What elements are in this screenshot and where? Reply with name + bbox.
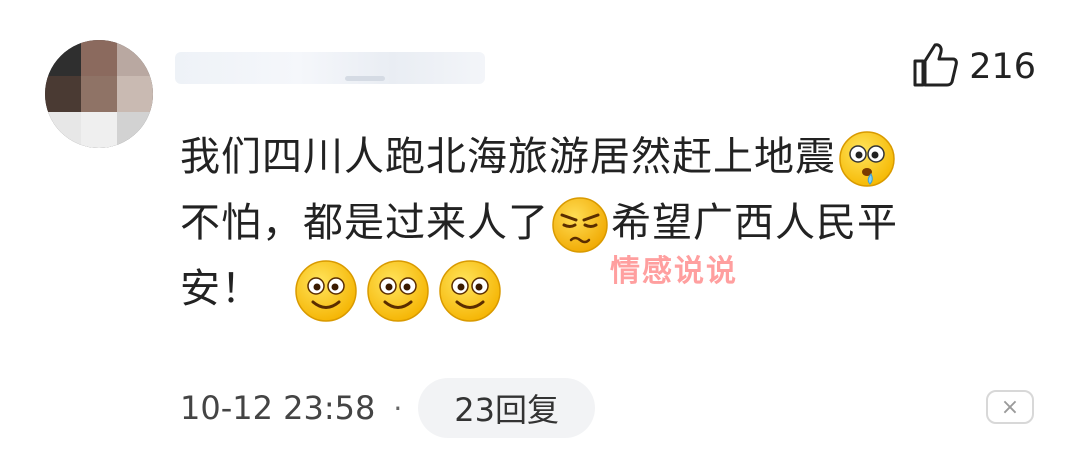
comment-text-segment: 不怕，都是过来人了 bbox=[180, 200, 549, 246]
comment-line-3: 安！ bbox=[180, 256, 1030, 323]
smiling-face-emoji-icon bbox=[438, 259, 502, 323]
close-button[interactable]: × bbox=[986, 390, 1034, 424]
thumbs-up-icon bbox=[911, 41, 959, 93]
watermark: 情感说说 bbox=[610, 254, 738, 289]
comment-card: 216 我们四川人跑北海旅游居然赶上地震 不怕，都是过来人了 希望广西人民平 安… bbox=[0, 0, 1080, 454]
like-button[interactable]: 216 bbox=[911, 42, 1036, 92]
annoyed-face-emoji-icon bbox=[551, 196, 609, 254]
comment-line-2: 不怕，都是过来人了 希望广西人民平 bbox=[180, 190, 1030, 256]
comment-text-segment: 希望广西人民平 bbox=[611, 200, 898, 246]
like-count: 216 bbox=[969, 47, 1036, 87]
timestamp: 10-12 23:58 bbox=[180, 389, 376, 427]
close-icon: × bbox=[1000, 394, 1020, 420]
comment-meta: 10-12 23:58 · 23回复 bbox=[180, 378, 596, 438]
avatar[interactable] bbox=[45, 40, 153, 148]
drooling-face-emoji-icon bbox=[838, 130, 896, 188]
smiling-face-emoji-icon bbox=[294, 259, 358, 323]
comment-text-segment: 安！ bbox=[180, 266, 262, 312]
comment-line-1: 我们四川人跑北海旅游居然赶上地震 bbox=[180, 124, 1030, 190]
username-blurred[interactable] bbox=[175, 52, 485, 84]
replies-button[interactable]: 23回复 bbox=[418, 378, 596, 438]
smiling-face-emoji-icon bbox=[366, 259, 430, 323]
separator-dot: · bbox=[393, 391, 403, 425]
comment-text-segment: 我们四川人跑北海旅游居然赶上地震 bbox=[180, 134, 836, 180]
replies-label: 23回复 bbox=[454, 391, 560, 429]
comment-text: 我们四川人跑北海旅游居然赶上地震 不怕，都是过来人了 希望广西人民平 安！ bbox=[180, 124, 1030, 323]
